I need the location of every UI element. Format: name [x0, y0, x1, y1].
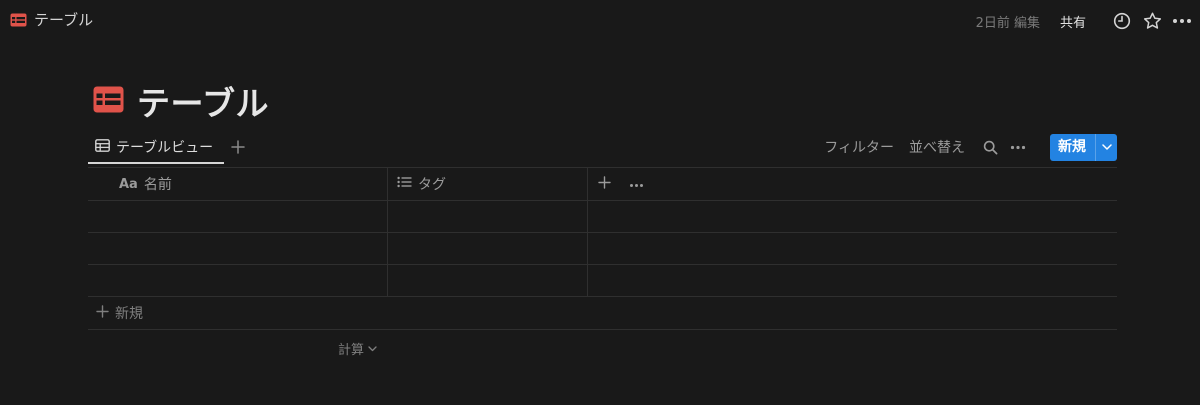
new-button-label[interactable]: 新規 — [1050, 134, 1095, 161]
name-cell[interactable] — [88, 201, 387, 232]
tab-table-view[interactable]: テーブルビュー — [88, 132, 224, 164]
column-header-actions — [587, 168, 1117, 200]
table-header-row: Aa 名前 タグ — [88, 167, 1117, 201]
topbar-actions: 2日前 編集 共有 — [976, 10, 1192, 32]
text-type-icon: Aa — [119, 176, 138, 192]
calculate-label: 計算 — [338, 343, 365, 358]
sort-button[interactable]: 並べ替え — [909, 137, 965, 157]
empty-cell — [587, 233, 1117, 264]
table-row — [88, 233, 1117, 265]
table-icon[interactable] — [93, 86, 124, 117]
database-table: Aa 名前 タグ 新規 — [88, 167, 1117, 330]
column-header-tags[interactable]: タグ — [387, 168, 587, 200]
tags-cell[interactable] — [387, 201, 587, 232]
table-view-icon — [95, 138, 110, 156]
breadcrumb[interactable]: テーブル — [10, 9, 93, 30]
page-title-text[interactable]: テーブル — [137, 77, 269, 125]
view-actions: フィルター 並べ替え 新規 — [824, 132, 1117, 162]
column-label: タグ — [418, 177, 446, 193]
tags-cell[interactable] — [387, 265, 587, 296]
add-view-icon[interactable] — [228, 137, 248, 157]
name-cell[interactable] — [88, 265, 387, 296]
list-icon — [397, 176, 412, 192]
view-bar: テーブルビュー フィルター 並べ替え 新規 — [88, 132, 1117, 166]
more-icon[interactable] — [1172, 11, 1192, 31]
chevron-down-icon — [368, 341, 377, 356]
more-icon[interactable] — [1008, 137, 1028, 157]
table-icon — [10, 13, 27, 27]
empty-cell — [587, 201, 1117, 232]
breadcrumb-label: テーブル — [34, 11, 94, 29]
last-edited: 2日前 編集 — [975, 15, 1040, 31]
chevron-down-icon[interactable] — [1095, 133, 1117, 161]
tab-label: テーブルビュー — [116, 140, 214, 156]
column-header-name[interactable]: Aa 名前 — [88, 168, 387, 200]
page-title: テーブル — [93, 77, 269, 125]
column-label: 名前 — [143, 177, 172, 193]
star-icon[interactable] — [1142, 11, 1162, 31]
table-row — [88, 201, 1117, 233]
filter-button[interactable]: フィルター — [824, 137, 894, 157]
table-row — [88, 265, 1117, 297]
add-row-button[interactable]: 新規 — [88, 297, 1117, 330]
add-row-label: 新規 — [115, 306, 143, 322]
tags-cell[interactable] — [387, 233, 587, 264]
name-cell[interactable] — [88, 233, 387, 264]
clock-icon[interactable] — [1112, 11, 1132, 31]
more-icon[interactable] — [629, 176, 644, 192]
top-bar: テーブル 2日前 編集 共有 — [0, 0, 1200, 40]
empty-cell — [587, 265, 1117, 296]
new-button[interactable]: 新規 — [1050, 133, 1117, 161]
add-column-icon[interactable] — [598, 175, 611, 193]
share-button[interactable]: 共有 — [1060, 12, 1086, 31]
calculate-button[interactable]: 計算 — [338, 339, 377, 358]
search-icon[interactable] — [980, 137, 1000, 157]
plus-icon — [96, 304, 109, 322]
